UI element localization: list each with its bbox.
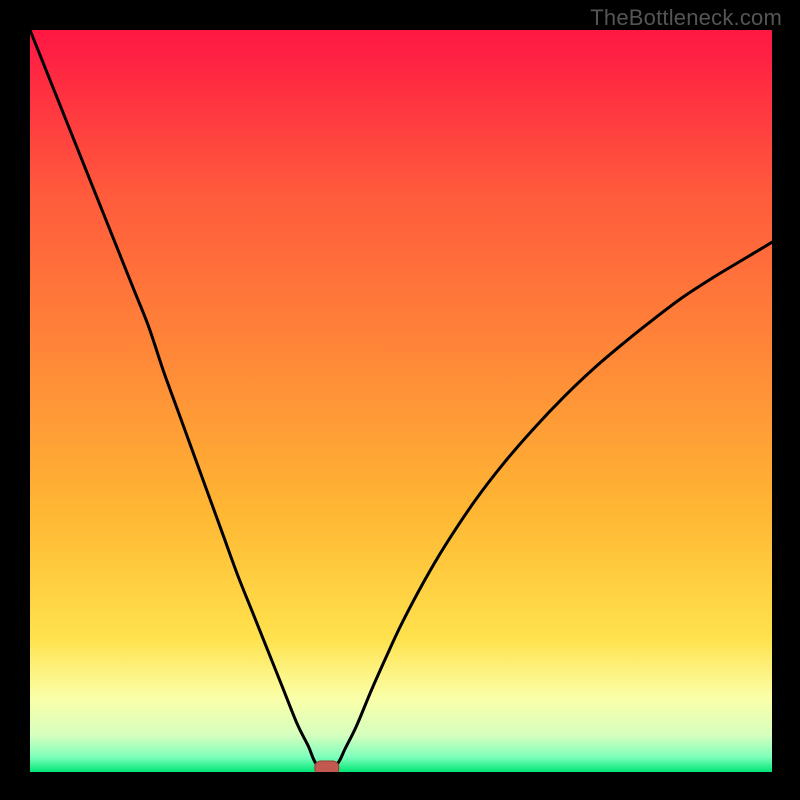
gradient-background (30, 30, 772, 772)
watermark-text: TheBottleneck.com (590, 5, 782, 31)
chart-frame (30, 30, 772, 772)
optimum-marker (315, 761, 339, 772)
bottleneck-chart (30, 30, 772, 772)
